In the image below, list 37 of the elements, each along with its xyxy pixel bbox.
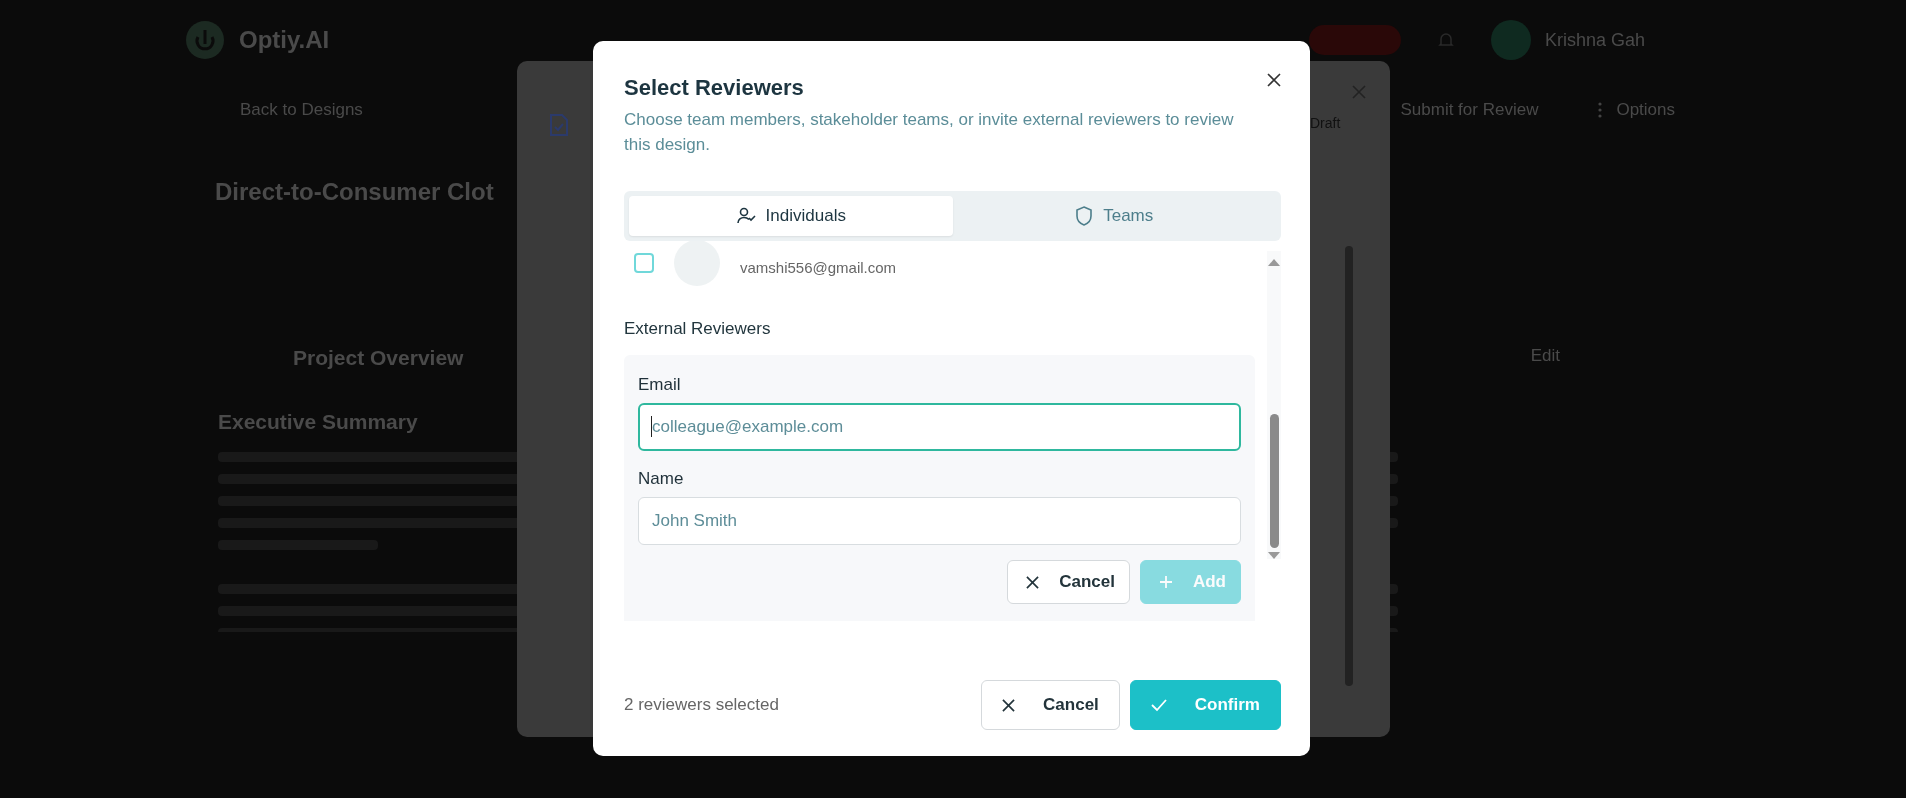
logo-icon (185, 20, 225, 60)
tab[interactable]: Teams (952, 196, 1276, 236)
scrollbar[interactable] (1267, 251, 1281, 559)
checkbox[interactable] (634, 253, 654, 273)
selection-count: 2 reviewers selected (624, 695, 779, 715)
user-name[interactable]: Krishna Gah (1544, 29, 1645, 51)
section-title: Project Overview (293, 346, 464, 370)
more-icon (1598, 102, 1603, 118)
field-label: Name (638, 469, 685, 489)
edit-button[interactable]: Edit (1530, 346, 1560, 370)
options-button[interactable]: Options (1616, 100, 1675, 120)
cancel-button[interactable]: Cancel (1007, 560, 1130, 604)
plus-icon (1158, 575, 1173, 589)
x-icon (1026, 575, 1040, 589)
confirm-button[interactable]: Confirm (1129, 680, 1281, 730)
field-label: Email (638, 375, 682, 395)
input-field[interactable]: colleague@example.com (638, 403, 1241, 451)
cancel-button[interactable]: Cancel (981, 680, 1120, 730)
section-heading: External Reviewers (624, 319, 772, 339)
summary-heading: Executive Summary (218, 410, 418, 433)
close-icon[interactable] (1267, 73, 1281, 87)
modal-description: Choose team members, stakeholder teams, or invite external reviewers to review this design. (624, 109, 1235, 156)
user-avatar[interactable] (1490, 20, 1531, 60)
bell-icon[interactable] (1436, 31, 1455, 49)
back-link[interactable]: Back to Designs (240, 100, 363, 120)
shield-icon (1075, 206, 1094, 226)
check-icon (1150, 698, 1167, 712)
scrollbar[interactable] (1345, 246, 1353, 686)
brand-name: Optiy.AI (239, 26, 330, 54)
project-title: Direct-to-Consumer Clot (215, 178, 494, 205)
tab[interactable]: Individuals (629, 196, 953, 236)
x-icon (1002, 698, 1016, 712)
user-check-icon (735, 206, 756, 226)
modal-title: Select Reviewers (624, 75, 805, 101)
member-email: vamshi556@gmail.com (740, 258, 897, 276)
file-check-icon (549, 113, 569, 137)
submit-button[interactable]: Submit for Review (1400, 100, 1539, 120)
